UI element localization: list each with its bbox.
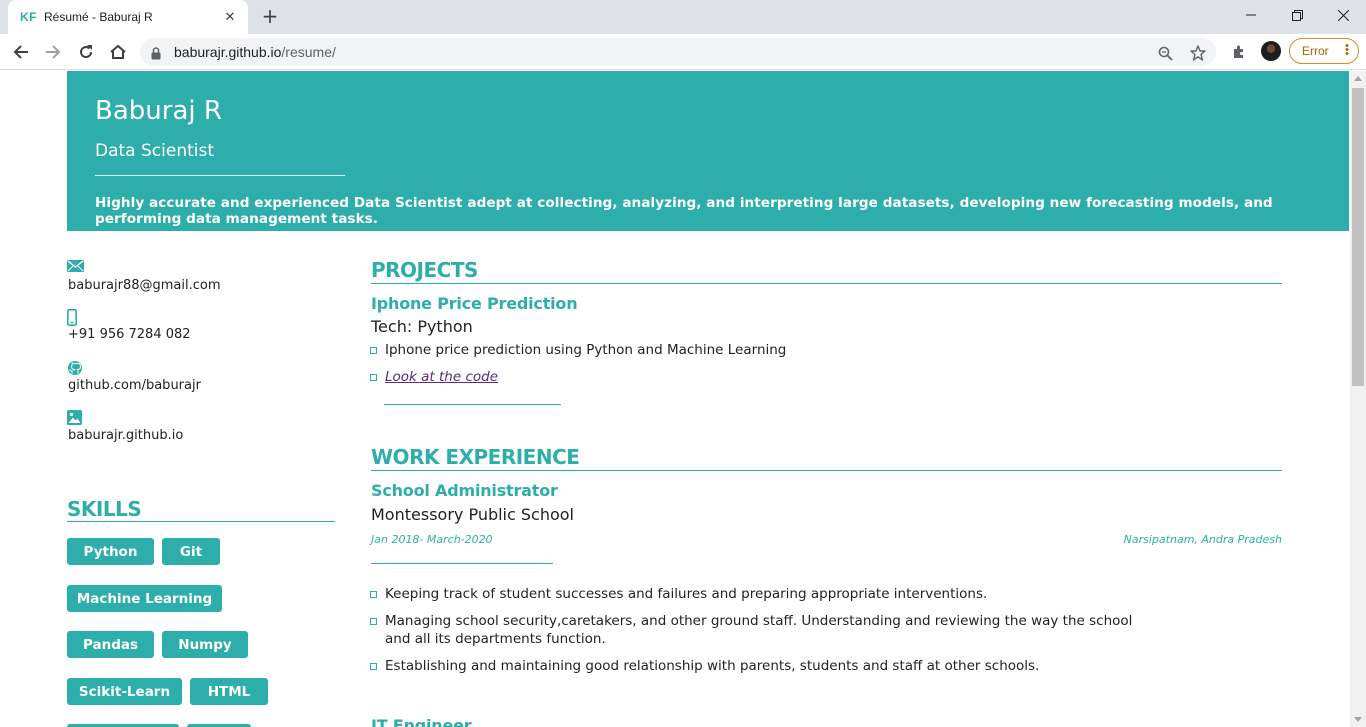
skills-title: SKILLS bbox=[67, 497, 142, 521]
job-title: School Administrator bbox=[371, 481, 558, 500]
profile-avatar[interactable] bbox=[1261, 41, 1281, 61]
job-title: IT Engineer bbox=[371, 716, 472, 727]
github-text[interactable]: github.com/baburajr bbox=[68, 378, 201, 393]
email-text[interactable]: baburajr88@gmail.com bbox=[68, 278, 221, 293]
error-button[interactable]: Error • • • bbox=[1289, 38, 1359, 64]
bullet-text: Establishing and maintaining good relati… bbox=[385, 658, 1040, 674]
tab-strip: KF Résumé - Baburaj R ✕ + bbox=[0, 0, 1366, 34]
projects-rule bbox=[371, 283, 1282, 284]
lock-icon[interactable] bbox=[151, 45, 161, 64]
skill-tag: HTML bbox=[190, 678, 268, 705]
project-divider bbox=[384, 404, 561, 405]
header-divider bbox=[95, 175, 345, 176]
summary-text: Highly accurate and experienced Data Sci… bbox=[95, 195, 1273, 227]
skill-tag: Git bbox=[162, 538, 220, 565]
bullet-text: Keeping track of student successes and f… bbox=[385, 586, 988, 602]
work-title: WORK EXPERIENCE bbox=[371, 445, 580, 469]
home-icon[interactable] bbox=[106, 40, 130, 64]
skill-tag: Machine Learning bbox=[67, 585, 222, 612]
phone-icon bbox=[67, 309, 77, 326]
skill-tag: Scikit-Learn bbox=[67, 678, 182, 705]
contact-github: github.com/baburajr bbox=[67, 360, 201, 393]
skill-tag: Pandas bbox=[67, 631, 154, 658]
project-name: Iphone Price Prediction bbox=[371, 294, 578, 313]
error-label: Error bbox=[1302, 44, 1329, 58]
back-icon[interactable] bbox=[9, 40, 33, 64]
github-icon bbox=[67, 360, 83, 376]
bullet-square-icon bbox=[370, 347, 377, 354]
skills-rule bbox=[67, 521, 335, 522]
resume-header: Baburaj R Data Scientist Highly accurate… bbox=[67, 71, 1349, 231]
image-icon bbox=[67, 410, 82, 426]
zoom-icon[interactable] bbox=[1156, 44, 1174, 62]
browser-toolbar: baburajr.github.io/resume/ bbox=[0, 34, 1366, 70]
bullet-square-icon bbox=[370, 374, 377, 381]
work-rule bbox=[371, 470, 1282, 471]
bullet-square-icon bbox=[370, 591, 377, 598]
bookmark-star-icon[interactable] bbox=[1189, 44, 1207, 62]
new-tab-icon[interactable]: + bbox=[258, 5, 282, 29]
projects-title: PROJECTS bbox=[371, 258, 478, 282]
bullet-square-icon bbox=[370, 663, 377, 670]
menu-dots-icon: • • • bbox=[1345, 40, 1349, 60]
tab-title: Résumé - Baburaj R bbox=[44, 10, 153, 24]
project-tech: Tech: Python bbox=[371, 317, 473, 336]
resume-page: Baburaj R Data Scientist Highly accurate… bbox=[0, 71, 1350, 727]
list-item: Look at the code bbox=[370, 368, 1145, 386]
scroll-up-icon[interactable] bbox=[1354, 76, 1362, 81]
job-location: Narsipatnam, Andra Pradesh bbox=[1123, 533, 1282, 546]
person-role: Data Scientist bbox=[95, 141, 214, 161]
person-name: Baburaj R bbox=[95, 96, 222, 126]
envelope-icon bbox=[67, 260, 84, 276]
list-item: Managing school security,caretakers, and… bbox=[370, 612, 1145, 648]
contact-phone: +91 956 7284 082 bbox=[67, 309, 191, 342]
code-link[interactable]: Look at the code bbox=[385, 369, 498, 385]
website-text[interactable]: baburajr.github.io bbox=[68, 428, 183, 443]
close-window-icon[interactable] bbox=[1320, 0, 1366, 30]
page-scrollbar[interactable] bbox=[1350, 71, 1366, 727]
scroll-down-icon[interactable] bbox=[1354, 717, 1362, 722]
restore-icon[interactable] bbox=[1274, 0, 1320, 30]
contact-website: baburajr.github.io bbox=[67, 410, 183, 443]
extensions-icon[interactable] bbox=[1229, 42, 1249, 62]
forward-icon[interactable] bbox=[41, 40, 65, 64]
url-text[interactable]: baburajr.github.io/resume/ bbox=[174, 44, 336, 60]
skill-tag: Python bbox=[67, 538, 154, 565]
reload-icon[interactable] bbox=[74, 40, 98, 64]
list-item: Iphone price prediction using Python and… bbox=[370, 341, 1145, 359]
skill-tag: Numpy bbox=[162, 631, 248, 658]
contact-email: baburajr88@gmail.com bbox=[67, 260, 221, 293]
job-dates: Jan 2018- March-2020 bbox=[371, 533, 493, 546]
browser-tab[interactable]: KF Résumé - Baburaj R ✕ bbox=[8, 0, 248, 34]
bullet-text: Iphone price prediction using Python and… bbox=[385, 342, 787, 358]
tab-favicon: KF bbox=[20, 10, 37, 24]
scrollbar-thumb[interactable] bbox=[1352, 88, 1364, 386]
bullet-square-icon bbox=[370, 618, 377, 625]
url-host: baburajr.github.io bbox=[174, 44, 282, 60]
job-divider bbox=[371, 563, 553, 564]
minimize-icon[interactable] bbox=[1228, 0, 1274, 30]
bullet-text: Managing school security,caretakers, and… bbox=[385, 613, 1133, 647]
phone-text: +91 956 7284 082 bbox=[68, 327, 191, 342]
address-bar[interactable]: baburajr.github.io/resume/ bbox=[140, 38, 1216, 66]
job-organization: Montessory Public School bbox=[371, 505, 574, 524]
close-tab-icon[interactable]: ✕ bbox=[222, 10, 238, 25]
list-item: Keeping track of student successes and f… bbox=[370, 585, 1145, 603]
url-path: /resume/ bbox=[281, 44, 336, 60]
list-item: Establishing and maintaining good relati… bbox=[370, 657, 1145, 675]
